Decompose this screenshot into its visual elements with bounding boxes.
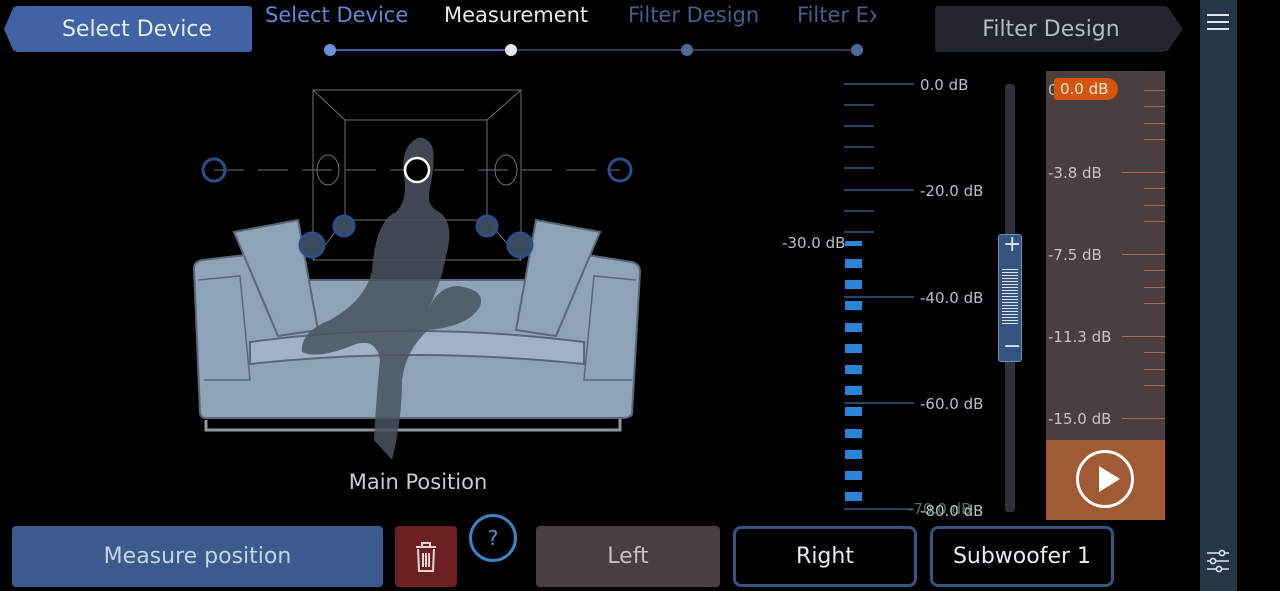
meter-tick: [844, 508, 914, 510]
channel-subwoofer-button[interactable]: Subwoofer 1: [930, 526, 1114, 587]
level-ruler-tick: [1144, 188, 1165, 189]
trash-icon: [416, 541, 436, 572]
speaker-front-left[interactable]: [298, 231, 326, 259]
meter-label-60db: -60.0 dB: [920, 395, 984, 413]
couch: [192, 137, 642, 460]
slider-plus-icon[interactable]: +: [1003, 232, 1021, 257]
level-label-3-8db: -3.8 dB: [1048, 164, 1102, 182]
input-level-meter: 0.0 dB -20.0 dB -40.0 dB -60.0 dB -70.0 …: [844, 76, 984, 520]
level-ruler-tick: [1122, 336, 1165, 337]
meter-tick: [844, 231, 874, 233]
meter-segment: [845, 344, 862, 353]
meter-segment: [845, 471, 862, 480]
channel-subwoofer-label: Subwoofer 1: [952, 544, 1092, 569]
level-ruler-tick: [1122, 172, 1165, 173]
meter-label-20db: -20.0 dB: [920, 182, 984, 200]
meter-segment: [845, 429, 862, 438]
step-dot-filter-design: [681, 44, 693, 56]
slider-minus-icon[interactable]: −: [1003, 334, 1021, 359]
gain-slider-thumb[interactable]: + −: [998, 232, 1022, 362]
speaker-front-right[interactable]: [506, 231, 534, 259]
meter-segment: [845, 407, 862, 416]
level-ruler-tick: [1144, 352, 1165, 353]
meter-tick: [844, 296, 914, 298]
meter-segment: [845, 280, 862, 289]
sliders-settings-icon[interactable]: [1205, 549, 1231, 573]
hamburger-menu-icon[interactable]: [1207, 14, 1229, 34]
meter-segment: [845, 259, 862, 268]
speaker-main-position[interactable]: [403, 156, 431, 184]
meter-tick: [844, 402, 914, 404]
speaker-inner-right[interactable]: [475, 214, 499, 238]
level-badge-text: 0.0 dB: [1060, 80, 1109, 98]
meter-tick: [844, 125, 874, 127]
meter-tick: [844, 210, 874, 212]
next-filter-design-button[interactable]: Filter Design: [935, 6, 1183, 52]
slider-grip: [1002, 269, 1018, 325]
level-ruler-tick: [1144, 221, 1165, 222]
meter-tick: [844, 83, 914, 85]
step-dot-select-device: [324, 44, 336, 56]
level-ruler-tick: [1144, 270, 1165, 271]
step-indicator: Select Device Measurement Filter Design …: [262, 0, 876, 64]
meter-current-level: -30.0 dB: [782, 234, 846, 252]
measure-position-label: Measure position: [103, 544, 292, 569]
next-button-label: Filter Design: [982, 16, 1120, 42]
step-filter-design[interactable]: Filter Design: [628, 3, 759, 27]
level-value-badge: 0.0 dB: [1054, 78, 1118, 100]
level-ruler-tick: [1122, 418, 1165, 419]
level-ruler-tick: [1144, 303, 1165, 304]
step-measurement[interactable]: Measurement: [444, 3, 588, 27]
meter-segment: [845, 365, 862, 374]
speaker-inner-left[interactable]: [332, 214, 356, 238]
level-ruler-tick: [1122, 254, 1165, 255]
help-button[interactable]: ?: [469, 514, 517, 562]
level-ruler-tick: [1144, 385, 1165, 386]
meter-label-0db: 0.0 dB: [920, 76, 969, 94]
level-ruler-tick: [1144, 139, 1165, 140]
listening-room-illustration: [192, 89, 642, 460]
step-filter-export[interactable]: Filter Ex: [797, 3, 876, 27]
meter-segment: [845, 450, 862, 459]
step-select-device[interactable]: Select Device: [265, 3, 408, 27]
meter-tick: [844, 146, 874, 148]
channel-right-label: Right: [796, 544, 854, 569]
level-label-11-3db: -11.3 dB: [1048, 328, 1112, 346]
play-icon[interactable]: [1076, 450, 1134, 508]
meter-segment: [845, 241, 862, 246]
meter-label-80db: -80.0 dB: [920, 502, 984, 520]
meter-segment: [845, 323, 862, 332]
step-dot-filter-export: [851, 44, 863, 56]
level-ruler-tick: [1144, 287, 1165, 288]
measure-position-button[interactable]: Measure position: [12, 526, 383, 587]
channel-left-button[interactable]: Left: [536, 526, 720, 587]
meter-tick: [844, 189, 914, 191]
channel-right-button[interactable]: Right: [733, 526, 917, 587]
level-ruler-tick: [1144, 90, 1165, 91]
level-ruler-tick: [1144, 369, 1165, 370]
output-level-panel: 0 -3.8 dB -7.5 dB -11.3 dB -15.0 dB: [1046, 71, 1165, 440]
back-button-label: Select Device: [61, 16, 213, 42]
delete-measurement-button[interactable]: [395, 526, 457, 587]
level-label-15db: -15.0 dB: [1048, 410, 1112, 428]
help-icon: ?: [487, 526, 499, 550]
right-sidebar: [1200, 0, 1237, 591]
meter-tick: [844, 104, 874, 106]
step-dot-measurement: [505, 44, 517, 56]
level-ruler-tick: [1144, 123, 1165, 124]
meter-segment: [845, 492, 862, 501]
meter-segment: [845, 301, 862, 310]
back-select-device-button[interactable]: Select Device: [4, 6, 252, 52]
level-ruler-tick: [1144, 205, 1165, 206]
meter-segment: [845, 386, 862, 395]
channel-left-label: Left: [607, 544, 649, 569]
position-caption: Main Position: [348, 470, 488, 494]
step-line-done: [330, 49, 511, 51]
meter-label-40db: -40.0 dB: [920, 289, 984, 307]
meter-tick: [844, 167, 874, 169]
level-label-7-5db: -7.5 dB: [1048, 246, 1102, 264]
level-ruler-tick: [1144, 106, 1165, 107]
